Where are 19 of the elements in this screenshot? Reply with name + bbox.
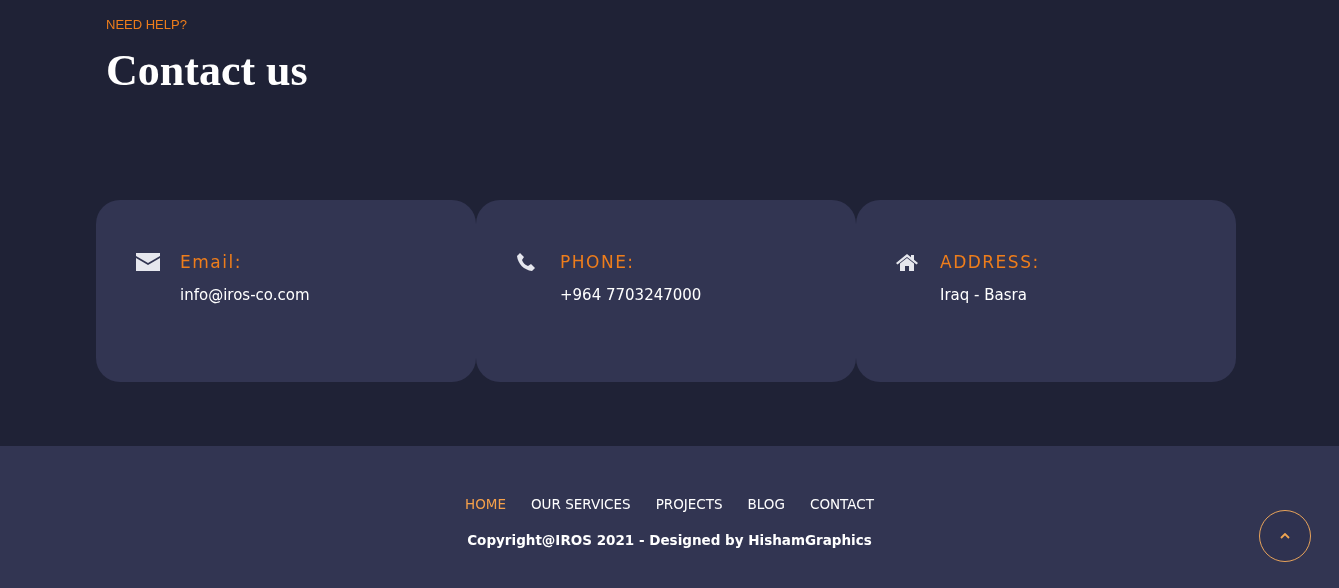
scroll-top-button[interactable] bbox=[1259, 510, 1311, 562]
copyright-text: Copyright@IROS 2021 - Designed by HishamGraphics bbox=[467, 532, 872, 548]
section-title: Contact us bbox=[106, 47, 308, 96]
envelope-icon bbox=[136, 253, 160, 272]
card-label: PHONE: bbox=[560, 252, 635, 273]
card-label: ADDRESS: bbox=[940, 252, 1040, 273]
card-value: Iraq - Basra bbox=[940, 286, 1027, 305]
footer-nav-link[interactable]: CONTACT bbox=[809, 496, 874, 512]
house-icon bbox=[896, 253, 918, 272]
footer-nav-link[interactable]: OUR SERVICES bbox=[531, 496, 631, 512]
footer-nav-link[interactable]: PROJECTS bbox=[655, 496, 723, 512]
card-label: Email: bbox=[180, 252, 242, 273]
phone-icon bbox=[516, 252, 536, 273]
footer-nav-link[interactable]: HOME bbox=[465, 496, 506, 512]
section-eyebrow: NEED HELP? bbox=[106, 17, 187, 32]
caret-up-icon bbox=[1280, 533, 1290, 539]
card-value: +964 7703247000 bbox=[560, 286, 702, 305]
footer-nav-link[interactable]: BLOG bbox=[747, 496, 785, 512]
card-value: info@iros-co.com bbox=[180, 286, 310, 305]
